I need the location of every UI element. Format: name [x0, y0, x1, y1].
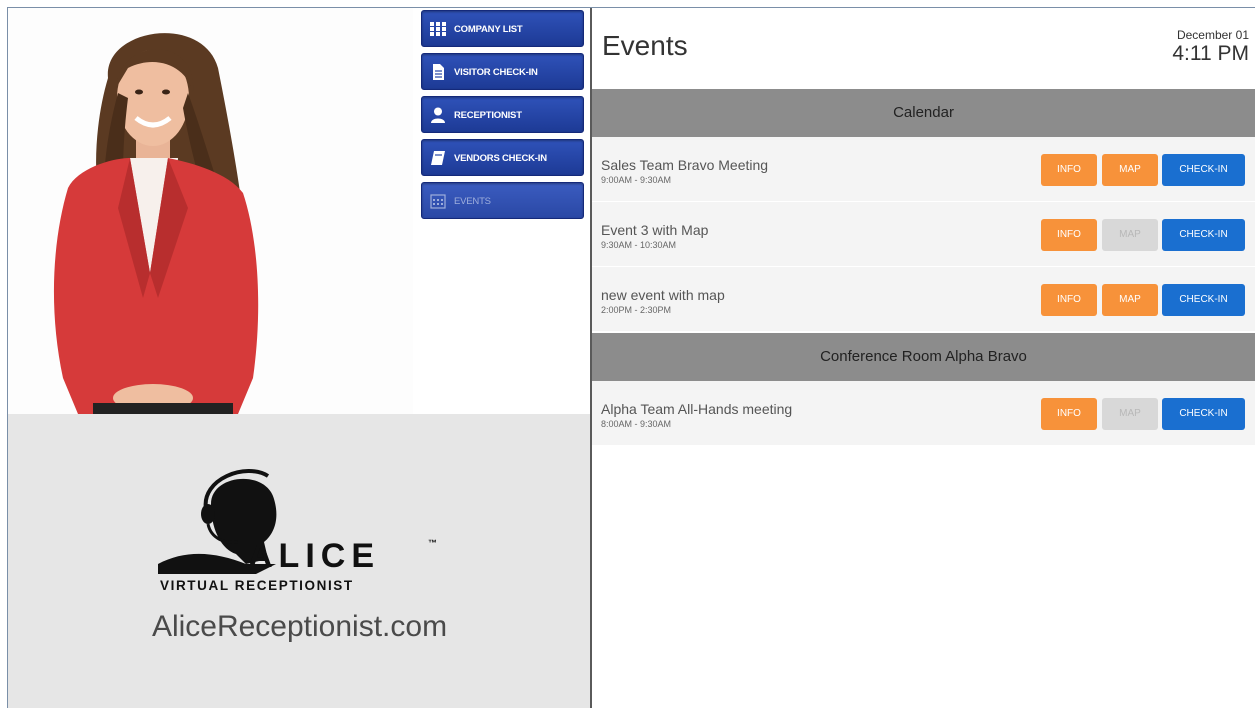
- person-icon: [431, 107, 445, 123]
- date-display: December 01: [1176, 28, 1249, 42]
- map-button[interactable]: MAP: [1102, 154, 1158, 186]
- event-time: 9:30AM - 10:30AM: [601, 240, 677, 250]
- map-button-disabled: MAP: [1102, 398, 1158, 430]
- document-icon: [433, 64, 444, 80]
- check-in-button[interactable]: CHECK-IN: [1162, 284, 1245, 316]
- menu-item-label: COMPANY LIST: [454, 24, 523, 35]
- info-button[interactable]: INFO: [1041, 154, 1097, 186]
- page-title: Events: [602, 30, 688, 61]
- event-time: 8:00AM - 9:30AM: [601, 419, 672, 429]
- time-display: 4:11 PM: [1172, 42, 1249, 65]
- menu-item-label: VENDORS CHECK-IN: [454, 153, 547, 164]
- event-row: Sales Team Bravo Meeting 9:00AM - 9:30AM…: [592, 137, 1255, 202]
- map-button-disabled: MAP: [1102, 219, 1158, 251]
- event-row: Alpha Team All-Hands meeting 8:00AM - 9:…: [592, 381, 1255, 446]
- main-menu: COMPANY LIST VISITOR CHECK-IN RECEPTIONI…: [421, 10, 584, 225]
- event-time: 2:00PM - 2:30PM: [601, 305, 672, 315]
- check-in-button[interactable]: CHECK-IN: [1162, 398, 1245, 430]
- brand-panel: ALICE ™ VIRTUAL RECEPTIONIST AliceRecept…: [8, 414, 591, 708]
- trademark: ™: [428, 538, 437, 548]
- menu-item-label: EVENTS: [454, 196, 491, 207]
- event-name: Alpha Team All-Hands meeting: [601, 401, 793, 417]
- event-row: Event 3 with Map 9:30AM - 10:30AM INFO M…: [592, 202, 1255, 267]
- menu-item-label: RECEPTIONIST: [454, 110, 522, 121]
- left-panel: COMPANY LIST VISITOR CHECK-IN RECEPTIONI…: [8, 8, 591, 708]
- calendar-icon: [430, 194, 446, 209]
- brand-url[interactable]: AliceReceptionist.com: [8, 610, 591, 644]
- event-name: new event with map: [601, 287, 725, 303]
- grid-icon: [430, 22, 446, 36]
- section-header-calendar: Calendar: [592, 89, 1255, 137]
- vendors-check-in-button[interactable]: VENDORS CHECK-IN: [421, 139, 584, 176]
- info-button[interactable]: INFO: [1041, 398, 1097, 430]
- logo-tagline: VIRTUAL RECEPTIONIST: [160, 578, 354, 593]
- map-button[interactable]: MAP: [1102, 284, 1158, 316]
- receptionist-button[interactable]: RECEPTIONIST: [421, 96, 584, 133]
- visitor-check-in-button[interactable]: VISITOR CHECK-IN: [421, 53, 584, 90]
- event-time: 9:00AM - 9:30AM: [601, 175, 672, 185]
- book-icon: [431, 151, 445, 165]
- events-panel: Events December 01 4:11 PM Calendar Sale…: [592, 8, 1255, 708]
- check-in-button[interactable]: CHECK-IN: [1162, 219, 1245, 251]
- section-header-conference-room: Conference Room Alpha Bravo: [592, 333, 1255, 381]
- logo-word: ALICE: [248, 537, 380, 575]
- company-list-button[interactable]: COMPANY LIST: [421, 10, 584, 47]
- info-button[interactable]: INFO: [1041, 219, 1097, 251]
- event-name: Event 3 with Map: [601, 222, 709, 238]
- event-row: new event with map 2:00PM - 2:30PM INFO …: [592, 267, 1255, 332]
- alice-logo: ALICE ™ VIRTUAL RECEPTIONIST: [158, 469, 437, 593]
- info-button[interactable]: INFO: [1041, 284, 1097, 316]
- event-name: Sales Team Bravo Meeting: [601, 157, 769, 173]
- events-button[interactable]: EVENTS: [421, 182, 584, 219]
- receptionist-video: [8, 8, 413, 414]
- check-in-button[interactable]: CHECK-IN: [1162, 154, 1245, 186]
- receptionist-avatar: [53, 33, 259, 414]
- menu-item-label: VISITOR CHECK-IN: [454, 67, 538, 78]
